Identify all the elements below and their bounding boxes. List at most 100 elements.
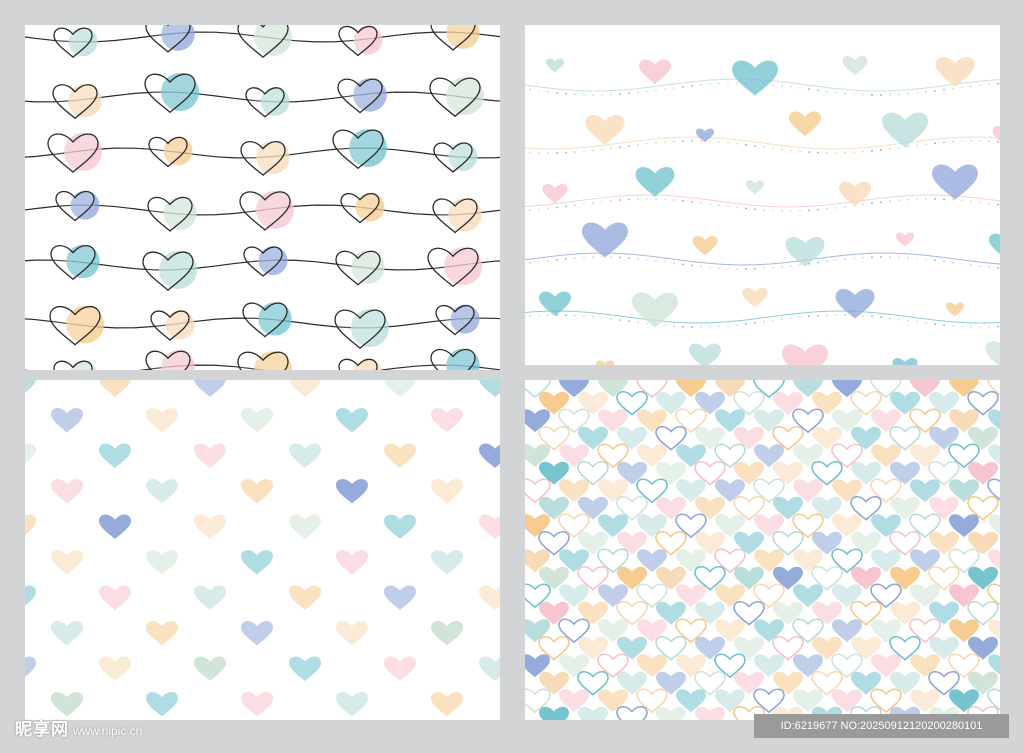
heart-icon	[431, 692, 463, 717]
dot	[556, 258, 558, 261]
dot	[916, 144, 918, 147]
dot	[745, 207, 747, 210]
dot	[655, 259, 657, 262]
heart-icon	[336, 621, 368, 646]
heart-icon	[992, 126, 1000, 142]
dot	[871, 94, 873, 96]
dot	[646, 198, 648, 200]
dot	[646, 90, 648, 93]
dot	[781, 318, 783, 321]
dot	[691, 140, 693, 142]
dot	[754, 145, 756, 147]
heart-icon	[51, 550, 83, 575]
site-watermark: 昵享网 www.nipic.cn	[15, 715, 142, 740]
dot	[592, 149, 594, 152]
dot	[556, 206, 558, 209]
dot	[979, 140, 981, 142]
dot	[727, 82, 729, 85]
heart-icon	[656, 706, 686, 720]
dot	[772, 147, 774, 150]
dot	[547, 259, 549, 262]
heart-icon	[987, 583, 1000, 606]
heart-icon	[632, 292, 678, 328]
dot	[583, 93, 585, 96]
heart-icon	[51, 408, 83, 433]
dot	[529, 151, 531, 154]
heart-icon	[431, 479, 463, 504]
dot	[763, 209, 765, 212]
dot	[664, 88, 666, 91]
heart-icon	[384, 380, 416, 397]
dot	[529, 88, 531, 91]
dot	[772, 319, 774, 322]
dot	[988, 83, 990, 86]
dot	[988, 202, 990, 205]
heart-icon	[692, 236, 718, 256]
dot	[655, 198, 657, 201]
dot	[646, 142, 648, 145]
dot	[934, 142, 936, 145]
dot	[610, 317, 612, 320]
heart-icon	[882, 112, 928, 148]
heart-icon	[289, 585, 321, 610]
heart-icon	[51, 479, 83, 504]
dot	[691, 264, 693, 267]
heart-icon	[146, 550, 178, 575]
dot	[691, 84, 693, 87]
dot	[988, 266, 990, 268]
dot	[799, 316, 801, 319]
dot	[700, 201, 702, 204]
dot	[790, 149, 792, 152]
heart-icon	[696, 128, 714, 143]
heart-icon	[99, 380, 131, 397]
wave-line	[525, 194, 1000, 208]
dot	[682, 140, 684, 143]
dot	[547, 152, 549, 154]
dot	[763, 320, 765, 323]
dot	[799, 263, 801, 266]
dot	[529, 209, 531, 212]
dot	[880, 316, 882, 319]
heart-icon	[596, 360, 614, 365]
wave-line	[525, 310, 1000, 324]
image-id-tag: ID:6219677 NO:20250912120200280101	[754, 714, 1009, 738]
dot	[799, 150, 801, 153]
watermark-brand: 昵享网	[15, 720, 69, 739]
dot	[844, 151, 846, 154]
heart-icon	[987, 478, 1000, 501]
dot	[952, 198, 954, 201]
dot	[538, 89, 540, 92]
dot	[970, 140, 972, 142]
dot	[889, 147, 891, 150]
dot	[565, 92, 567, 95]
dot	[844, 314, 846, 316]
dot	[835, 259, 837, 262]
dot	[961, 199, 963, 202]
dot	[565, 257, 567, 260]
dot	[709, 203, 711, 205]
dot	[664, 198, 666, 201]
dot	[880, 94, 882, 96]
dot	[916, 320, 918, 323]
heart-icon	[542, 184, 568, 204]
dot	[646, 258, 648, 261]
dot	[610, 199, 612, 202]
dot	[619, 93, 621, 96]
heart-icon	[146, 479, 178, 504]
heart-icon	[932, 164, 978, 200]
dot	[745, 268, 747, 270]
dot	[709, 140, 711, 143]
dot	[628, 145, 630, 147]
dot	[565, 205, 567, 208]
dot	[637, 198, 639, 201]
dot	[943, 324, 945, 326]
dot	[637, 91, 639, 94]
heart-icon	[578, 706, 608, 720]
heart-icon	[746, 180, 764, 195]
heart-icon	[99, 585, 131, 610]
dot	[889, 200, 891, 203]
heart-icon	[987, 688, 1000, 711]
dot	[790, 317, 792, 320]
dot	[754, 267, 756, 270]
dot	[862, 150, 864, 153]
